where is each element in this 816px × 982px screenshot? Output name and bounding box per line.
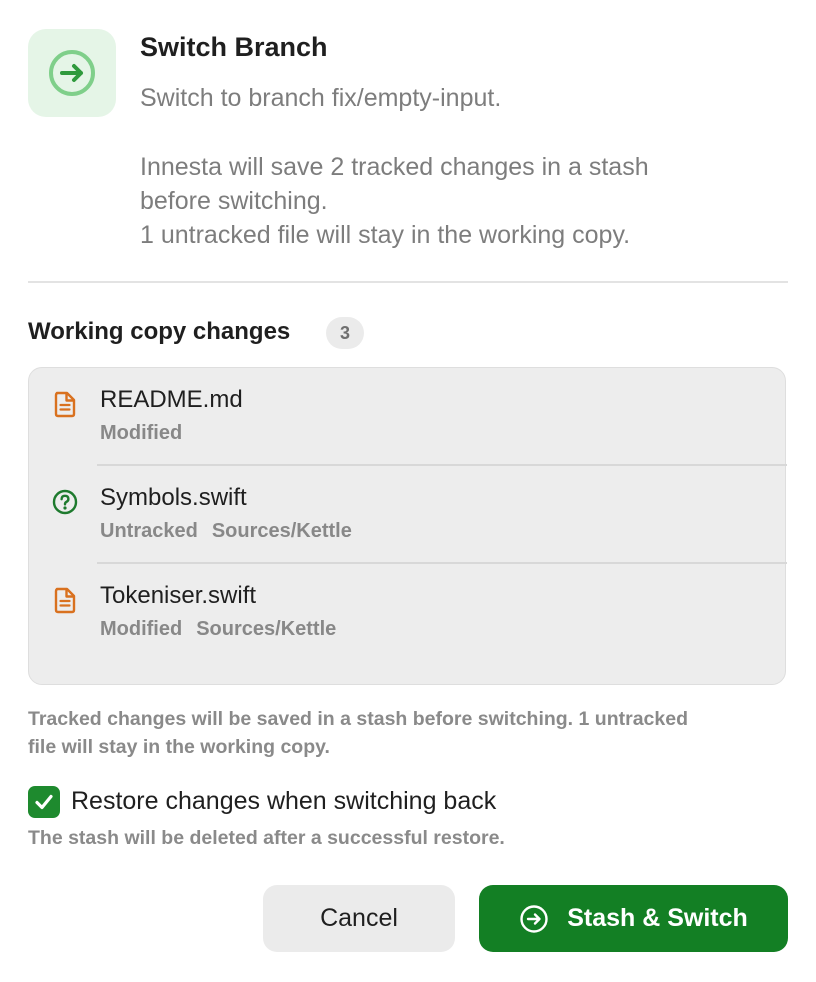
restore-changes-help: The stash will be deleted after a succes… [28, 827, 505, 849]
description-line: Innesta will save 2 tracked changes in a… [140, 153, 649, 181]
file-meta: Modified [100, 422, 182, 445]
file-row[interactable]: Symbols.swift Untracked Sources/Kettle [29, 466, 787, 564]
header-divider [28, 281, 788, 283]
cancel-button-label: Cancel [320, 904, 398, 932]
question-circle-icon [52, 489, 78, 515]
note-line: Tracked changes will be saved in a stash… [28, 708, 688, 730]
document-icon [54, 391, 76, 418]
file-row[interactable]: Tokeniser.swift Modified Sources/Kettle [29, 564, 787, 662]
file-row[interactable]: README.md Modified [29, 368, 787, 466]
dialog-title: Switch Branch [140, 32, 328, 62]
file-status: Modified [100, 618, 183, 640]
restore-changes-checkbox[interactable] [28, 786, 60, 818]
cancel-button[interactable]: Cancel [263, 885, 455, 952]
file-name: Tokeniser.swift [100, 582, 257, 609]
file-path: Sources/Kettle [196, 618, 337, 640]
stash-note: Tracked changes will be saved in a stash… [28, 705, 798, 761]
document-icon [54, 587, 76, 614]
checkmark-icon [35, 794, 53, 810]
file-name: Symbols.swift [100, 484, 247, 511]
description-line: 1 untracked file will stay in the workin… [140, 221, 631, 249]
arrow-circle-right-icon [49, 50, 95, 96]
file-name: README.md [100, 386, 243, 413]
description-line: before switching. [140, 187, 328, 215]
dialog-description: Innesta will save 2 tracked changes in a… [140, 150, 780, 252]
file-path: Sources/Kettle [211, 520, 352, 542]
restore-changes-label[interactable]: Restore changes when switching back [71, 787, 496, 816]
dialog-subtitle: Switch to branch fix/empty-input. [140, 84, 502, 112]
file-meta: Modified Sources/Kettle [100, 618, 336, 641]
file-status: Untracked [100, 520, 198, 542]
switch-branch-dialog: Switch Branch Switch to branch fix/empty… [0, 0, 816, 982]
switch-branch-icon-tile [28, 29, 116, 117]
note-line: file will stay in the working copy. [28, 736, 330, 758]
changes-section-title: Working copy changes [28, 318, 291, 345]
file-status: Modified [100, 422, 183, 444]
stash-and-switch-label: Stash & Switch [567, 904, 748, 932]
changes-count-badge: 3 [326, 317, 364, 349]
file-meta: Untracked Sources/Kettle [100, 520, 352, 543]
stash-and-switch-button[interactable]: Stash & Switch [479, 885, 788, 952]
arrow-circle-right-icon [520, 904, 548, 933]
changes-file-list[interactable]: README.md Modified Symbols.swift Untrack… [28, 367, 787, 685]
